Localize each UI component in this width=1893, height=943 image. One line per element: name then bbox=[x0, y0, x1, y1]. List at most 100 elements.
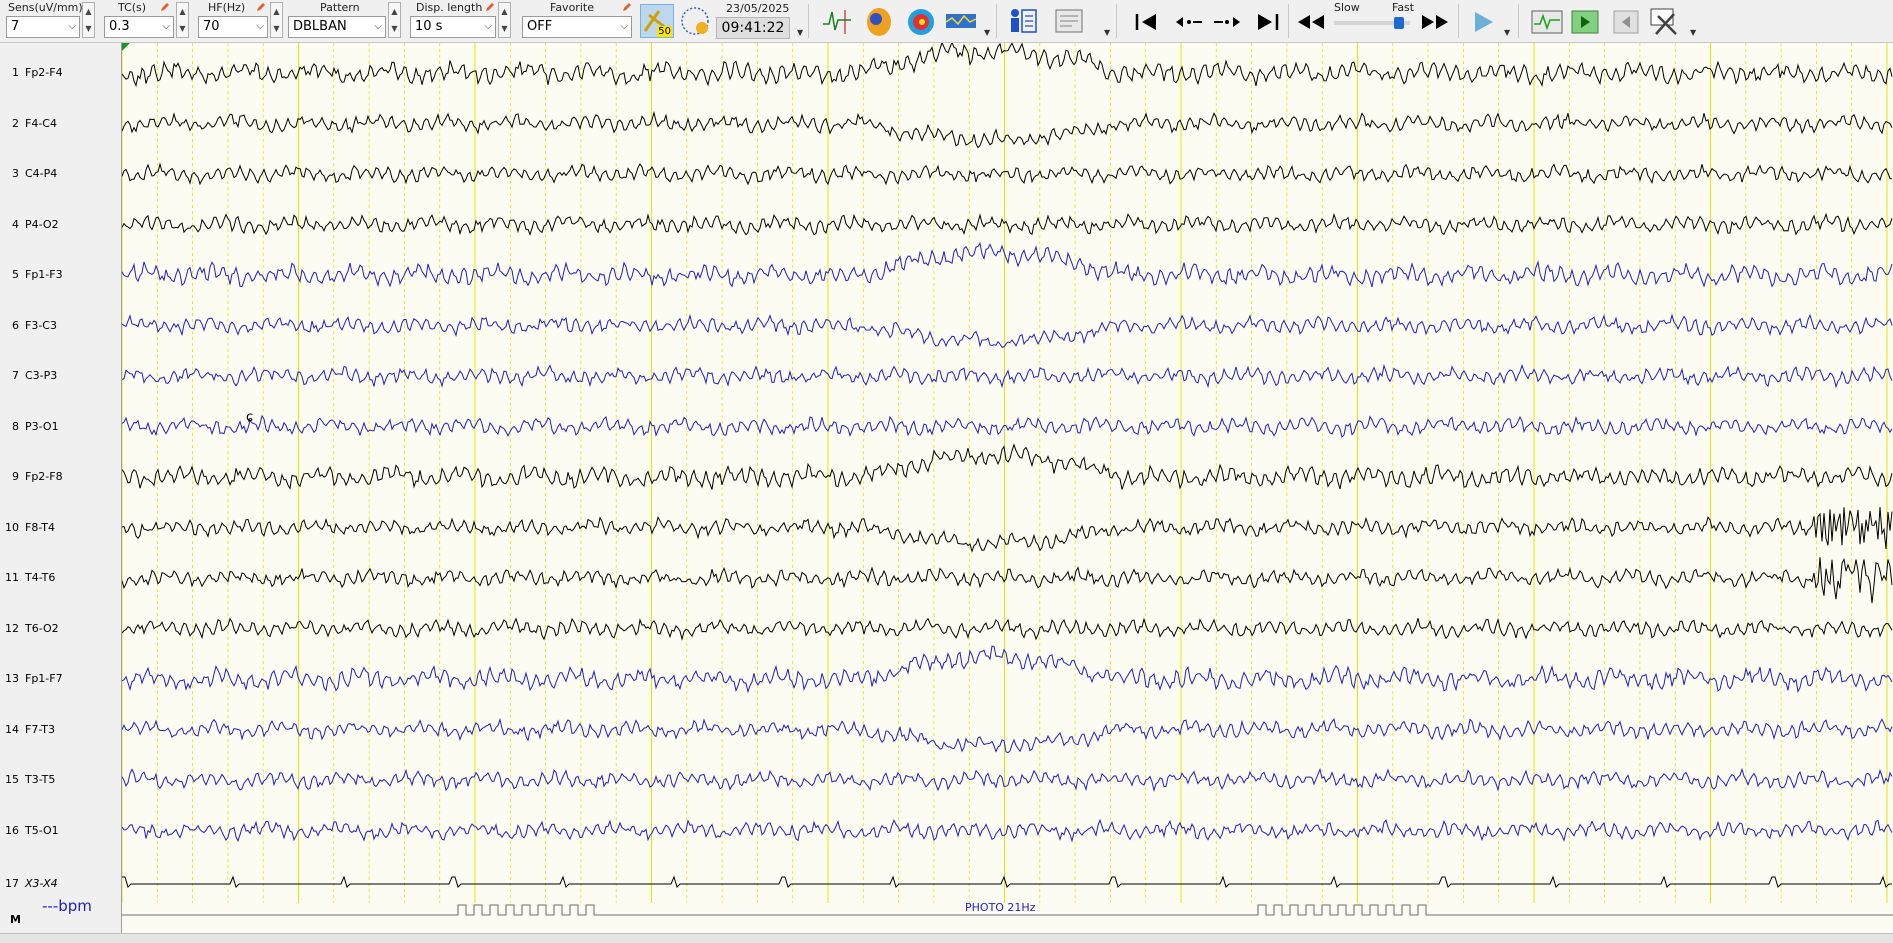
head-map-icon[interactable] bbox=[862, 4, 896, 38]
time-display: 09:41:22 bbox=[716, 17, 790, 39]
pencil-icon[interactable] bbox=[485, 2, 495, 12]
sens-spinner[interactable]: ▲ ▼ bbox=[82, 2, 95, 38]
channel-name: F8-T4 bbox=[25, 520, 56, 534]
disp-length-select[interactable]: 10 s ⌵ bbox=[410, 16, 496, 38]
eeg-channel-trace bbox=[122, 717, 1893, 754]
speed-slow-label: Slow bbox=[1334, 1, 1360, 14]
patient-info-icon[interactable] bbox=[1006, 4, 1040, 38]
step-back-icon[interactable] bbox=[1172, 4, 1206, 38]
page-start-marker-icon bbox=[122, 43, 130, 51]
channel-label-row[interactable]: 9 Fp2-F8 bbox=[0, 470, 122, 486]
eeg-channel-trace bbox=[122, 212, 1893, 236]
channel-number: 13 bbox=[5, 672, 19, 685]
spectrum-icon[interactable] bbox=[944, 4, 978, 38]
favorite-select[interactable]: OFF ⌵ bbox=[522, 16, 632, 38]
channel-label-row[interactable]: 16 T5-O1 bbox=[0, 824, 122, 840]
channel-label-row[interactable]: 1 Fp2-F4 bbox=[0, 66, 122, 82]
spin-down-icon[interactable]: ▼ bbox=[177, 20, 188, 37]
channel-name: F7-T3 bbox=[25, 722, 56, 736]
step-forward-icon[interactable] bbox=[1210, 4, 1244, 38]
channel-number: 12 bbox=[5, 621, 19, 635]
spin-down-icon[interactable]: ▼ bbox=[83, 20, 94, 37]
channel-name: F3-C3 bbox=[25, 318, 57, 332]
toolbar-separator bbox=[1288, 4, 1289, 38]
channel-label-row[interactable]: 7 C3-P3 bbox=[0, 369, 122, 385]
hf-select[interactable]: 70 ⌵ bbox=[198, 16, 268, 38]
channel-number: 1 bbox=[12, 66, 19, 79]
channel-name: T4-T6 bbox=[25, 571, 56, 584]
rewind-icon[interactable] bbox=[1294, 4, 1328, 38]
spin-up-icon[interactable]: ▲ bbox=[389, 3, 400, 20]
channel-label-row[interactable]: 13 Fp1-F7 bbox=[0, 672, 122, 688]
pattern-spinner[interactable]: ▲ ▼ bbox=[388, 2, 401, 38]
channel-label-row[interactable]: 15 T3-T5 bbox=[0, 773, 122, 789]
pencil-icon[interactable] bbox=[160, 2, 170, 12]
disp-length-spinner[interactable]: ▲ ▼ bbox=[498, 2, 511, 38]
pattern-value: DBLBAN bbox=[293, 19, 347, 34]
favorite-label: Favorite bbox=[550, 1, 594, 14]
toolbar: Sens(uV/mm) 7 ⌵ ▲ ▼ TC(s) 0.3 ⌵ ▲ ▼ HF(Hz) 7… bbox=[0, 0, 1893, 43]
spin-down-icon[interactable]: ▼ bbox=[389, 20, 400, 37]
jump-end-icon[interactable] bbox=[1250, 4, 1284, 38]
spin-down-icon[interactable]: ▼ bbox=[499, 20, 510, 37]
waveform-view-icon[interactable] bbox=[1530, 4, 1564, 38]
jump-start-icon[interactable] bbox=[1130, 4, 1164, 38]
eeg-channel-trace bbox=[122, 507, 1893, 553]
channel-label-row[interactable]: 10 F8-T4 bbox=[0, 521, 122, 537]
channel-label-row[interactable]: 3 C4-P4 bbox=[0, 167, 122, 183]
pattern-select[interactable]: DBLBAN ⌵ bbox=[288, 16, 386, 38]
speed-slider[interactable] bbox=[1334, 17, 1410, 29]
chevron-down-icon[interactable]: ▼ bbox=[797, 28, 803, 37]
tools-icon[interactable] bbox=[1648, 4, 1682, 38]
chevron-down-icon: ⌵ bbox=[162, 21, 170, 32]
chevron-down-icon: ⌵ bbox=[68, 21, 76, 32]
channel-number: 11 bbox=[5, 571, 19, 584]
montage-tool-button[interactable]: 50 bbox=[640, 4, 674, 38]
spin-up-icon[interactable]: ▲ bbox=[177, 3, 188, 20]
channel-label-row[interactable]: 2 F4-C4 bbox=[0, 117, 122, 133]
tc-select[interactable]: 0.3 ⌵ bbox=[104, 16, 174, 38]
channel-label-row[interactable]: 14 F7-T3 bbox=[0, 723, 122, 739]
toolbar-separator bbox=[1518, 4, 1519, 38]
eeg-waveforms bbox=[122, 43, 1893, 888]
eeg-trace-area[interactable]: PHOTO 21Hz ɕ bbox=[122, 43, 1893, 933]
pencil-icon[interactable] bbox=[622, 2, 632, 12]
channel-label-row[interactable]: 17 X3-X4 bbox=[0, 877, 122, 893]
channel-label-row[interactable]: 12 T6-O2 bbox=[0, 622, 122, 638]
play-icon[interactable] bbox=[1466, 4, 1500, 38]
channel-label-row[interactable]: 8 P3-O1 bbox=[0, 420, 122, 436]
previous-page-icon[interactable] bbox=[1610, 4, 1644, 38]
channel-number: 15 bbox=[5, 773, 19, 786]
eeg-channel-trace bbox=[122, 617, 1893, 641]
eeg-channel-trace bbox=[122, 645, 1893, 694]
spin-up-icon[interactable]: ▲ bbox=[83, 3, 94, 20]
channel-label-row[interactable]: 11 T4-T6 bbox=[0, 571, 122, 587]
hf-spinner[interactable]: ▲ ▼ bbox=[270, 2, 283, 38]
channel-label-row[interactable]: 5 Fp1-F3 bbox=[0, 268, 122, 284]
pencil-icon[interactable] bbox=[256, 2, 266, 12]
next-page-icon[interactable] bbox=[1570, 4, 1604, 38]
channel-label-row[interactable]: 6 F3-C3 bbox=[0, 319, 122, 335]
spin-up-icon[interactable]: ▲ bbox=[271, 3, 282, 20]
chevron-down-icon[interactable]: ▼ bbox=[1504, 28, 1510, 37]
video-report-icon[interactable] bbox=[1052, 4, 1086, 38]
chevron-down-icon[interactable]: ▼ bbox=[1104, 28, 1110, 37]
eeg-trace-canvas[interactable]: PHOTO 21Hz ɕ bbox=[122, 43, 1893, 933]
spin-down-icon[interactable]: ▼ bbox=[271, 20, 282, 37]
trace-measure-icon[interactable] bbox=[820, 4, 854, 38]
channel-label-row[interactable]: 4 P4-O2 bbox=[0, 218, 122, 234]
topography-icon[interactable] bbox=[904, 4, 938, 38]
channel-number: 4 bbox=[12, 217, 19, 231]
channel-number: 9 bbox=[12, 470, 19, 483]
tc-spinner[interactable]: ▲ ▼ bbox=[176, 2, 189, 38]
electrode-map-icon[interactable] bbox=[678, 4, 712, 38]
chevron-down-icon: ⌵ bbox=[374, 21, 382, 32]
sens-select[interactable]: 7 ⌵ bbox=[6, 16, 80, 38]
marker-row-label: M bbox=[10, 913, 21, 926]
spin-up-icon[interactable]: ▲ bbox=[499, 3, 510, 20]
chevron-down-icon[interactable]: ▼ bbox=[984, 28, 990, 37]
eeg-channel-trace bbox=[122, 414, 1893, 439]
toolbar-separator bbox=[1116, 4, 1117, 38]
fast-forward-icon[interactable] bbox=[1418, 4, 1452, 38]
chevron-down-icon[interactable]: ▼ bbox=[1690, 28, 1696, 37]
